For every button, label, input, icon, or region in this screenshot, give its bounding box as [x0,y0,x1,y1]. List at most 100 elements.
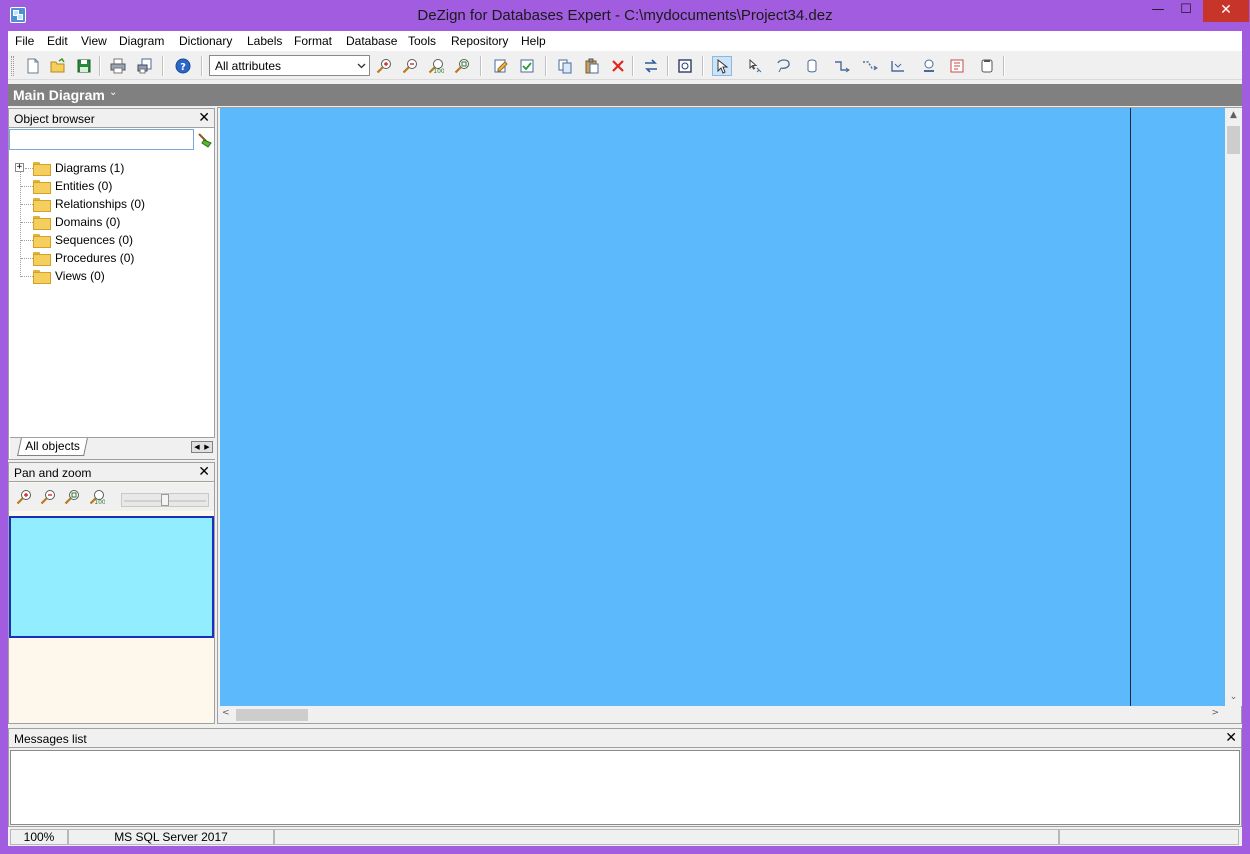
status-zoom: 100% [10,829,68,845]
close-icon[interactable]: ✕ [198,464,210,480]
main-toolbar: ? All attributes 100 [8,52,1242,80]
tree-guide-line [21,258,33,259]
horizontal-scrollbar[interactable]: < > [218,706,1225,723]
scroll-down-icon[interactable]: ⌄ [1225,692,1242,704]
menu-database[interactable]: Database [346,34,397,48]
tree-item-sequences[interactable]: Sequences (0) [33,232,133,248]
toolbar-separator [480,56,482,76]
new-file-icon[interactable] [23,56,43,76]
vertical-scroll-thumb[interactable] [1227,126,1240,154]
pan-zoom-toolbar: 100 [9,483,214,511]
self-relationship-icon[interactable] [888,56,908,76]
select-relationship-icon[interactable] [745,56,765,76]
tree-item-diagrams[interactable]: Diagrams (1) [33,160,124,176]
zoom-actual-icon[interactable] [452,56,472,76]
menu-file[interactable]: File [15,34,34,48]
close-icon[interactable]: ✕ [1225,730,1237,746]
title-bar[interactable]: DeZign for Databases Expert - C:\mydocum… [0,0,1250,31]
chevron-down-icon[interactable]: ⌄ [109,87,117,98]
tree-item-label: Procedures (0) [55,251,135,265]
zoom-fit-icon[interactable]: 100 [88,488,106,506]
slider-thumb[interactable] [161,494,169,506]
print-icon[interactable] [108,56,128,76]
zoom-out-icon[interactable] [400,56,420,76]
tab-scroll-right-icon[interactable]: ▶ [202,442,212,452]
lasso-icon[interactable] [773,56,793,76]
close-icon[interactable]: ✕ [198,110,210,126]
delete-icon[interactable] [608,56,628,76]
scroll-right-icon[interactable]: > [1209,708,1219,721]
zoom-in-icon[interactable] [15,488,33,506]
vertical-scrollbar[interactable]: ▲ ⌄ [1225,108,1242,706]
folder-icon [33,198,51,212]
zoom-actual-icon[interactable] [63,488,81,506]
folder-icon [33,216,51,230]
object-browser-tabstrip: All objects ◀ ▶ [10,437,215,459]
filter-broom-icon[interactable] [195,130,215,150]
tree-guide-line [21,240,33,241]
menu-tools[interactable]: Tools [408,34,436,48]
relationship-tool-icon[interactable] [832,56,852,76]
tab-scroll-left-icon[interactable]: ◀ [192,442,202,452]
diagram-canvas[interactable] [220,108,1225,706]
scroll-up-icon[interactable]: ▲ [1225,110,1242,122]
chevron-down-icon[interactable] [353,56,369,75]
save-icon[interactable] [74,56,94,76]
menu-diagram[interactable]: Diagram [119,34,164,48]
print-preview-icon[interactable] [135,56,155,76]
menu-format[interactable]: Format [294,34,332,48]
zoom-fit-icon[interactable]: 100 [426,56,446,76]
toolbar-separator [1003,56,1005,76]
pointer-icon[interactable] [712,56,732,76]
toolbar-separator [667,56,669,76]
tree-item-relationships[interactable]: Relationships (0) [33,196,145,212]
tree-item-entities[interactable]: Entities (0) [33,178,112,194]
stamp-icon[interactable] [919,56,939,76]
tree-guide-line [21,186,33,187]
page-setup-icon[interactable] [675,56,695,76]
tree-guide-line [21,204,33,205]
toolbar-separator [632,56,634,76]
messages-list[interactable] [10,750,1240,825]
toolbar-separator [702,56,704,76]
menu-dictionary[interactable]: Dictionary [179,34,232,48]
tab-all-objects[interactable]: All objects [17,438,88,456]
maximize-button[interactable]: ☐ [1170,0,1202,22]
note-icon[interactable] [947,56,967,76]
tree-item-label: Diagrams (1) [55,161,125,175]
menu-help[interactable]: Help [521,34,546,48]
scroll-left-icon[interactable]: < [222,708,232,721]
tree-item-views[interactable]: Views (0) [33,268,105,284]
paste-icon[interactable] [582,56,602,76]
zoom-slider[interactable] [121,493,209,507]
tree-item-procedures[interactable]: Procedures (0) [33,250,134,266]
menu-view[interactable]: View [81,34,107,48]
object-browser-header: Object browser ✕ [9,109,214,128]
menu-labels[interactable]: Labels [247,34,282,48]
diagram-tab-label[interactable]: Main Diagram [13,87,105,103]
menu-bar: File Edit View Diagram Dictionary Labels… [8,31,1242,51]
expand-toggle[interactable]: + [15,163,24,172]
help-icon[interactable]: ? [173,56,193,76]
close-window-button[interactable]: ✕ [1203,0,1249,22]
messages-header: Messages list ✕ [9,729,1241,748]
menu-repository[interactable]: Repository [451,34,508,48]
frame-icon[interactable] [977,56,997,76]
tree-item-domains[interactable]: Domains (0) [33,214,120,230]
swap-icon[interactable] [641,56,661,76]
tree-item-label: Entities (0) [55,179,113,193]
check-model-icon[interactable] [517,56,537,76]
identifying-relationship-icon[interactable] [860,56,880,76]
zoom-in-icon[interactable] [374,56,394,76]
zoom-out-icon[interactable] [39,488,57,506]
attribute-filter-select[interactable]: All attributes [209,55,370,76]
copy-icon[interactable] [555,56,575,76]
toolbar-grip[interactable] [11,56,14,76]
pan-viewport[interactable] [9,516,214,638]
object-search-input[interactable] [9,129,194,150]
edit-entity-icon[interactable] [491,56,511,76]
entity-tool-icon[interactable] [802,56,822,76]
open-folder-icon[interactable] [48,56,68,76]
horizontal-scroll-thumb[interactable] [236,709,308,721]
menu-edit[interactable]: Edit [47,34,68,48]
